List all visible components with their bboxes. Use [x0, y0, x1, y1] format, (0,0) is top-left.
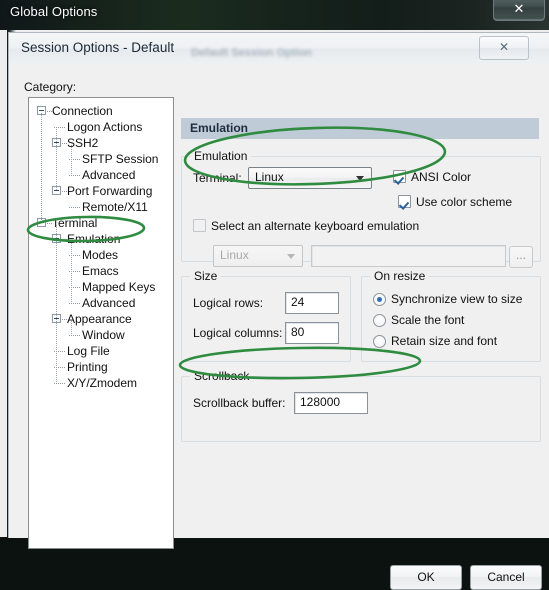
tree-connector	[71, 321, 72, 335]
scrollback-buffer-input[interactable]: 128000	[294, 392, 368, 414]
outer-window-title: Global Options	[10, 4, 98, 19]
radio-synchronize-view-label: Synchronize view to size	[391, 292, 523, 306]
dialog-titlebar: Session Options - Default Default Sessio…	[9, 33, 549, 65]
alt-keyboard-checkbox[interactable]	[193, 219, 206, 232]
dialog-title-ghost: Default Session Option	[191, 47, 313, 59]
tree-connector	[69, 175, 80, 176]
global-options-window: Global Options ✕ Session Options - Defau…	[0, 0, 549, 590]
tree-item-label: Port Forwarding	[67, 184, 153, 198]
tree-item-label: Modes	[82, 248, 119, 262]
radio-scale-font[interactable]	[373, 314, 386, 327]
chevron-down-icon-disabled	[287, 254, 295, 259]
logical-columns-input[interactable]: 80	[285, 322, 339, 344]
tree-item-label: Remote/X11	[82, 200, 148, 214]
tree-connector	[56, 129, 57, 191]
use-color-scheme-checkbox[interactable]	[398, 195, 411, 208]
radio-synchronize-view[interactable]	[373, 293, 386, 306]
tree-item-label: Advanced	[82, 168, 136, 182]
chevron-down-icon	[356, 176, 364, 181]
dialog-content: Category: Connection Logon Actions SSH2 SFT…	[9, 64, 549, 590]
tree-item-label: X/Y/Zmodem	[67, 376, 138, 390]
size-group-title: Size	[190, 269, 222, 283]
tree-connector	[69, 207, 80, 208]
category-label: Category:	[24, 80, 77, 94]
tree-item-label: Appearance	[67, 312, 132, 326]
dialog-title: Session Options - Default	[21, 40, 175, 55]
tree-connector	[71, 145, 72, 175]
outer-window-titlebar: Global Options	[0, 0, 549, 30]
category-tree[interactable]: Connection Logon Actions SSH2 SFTP Session A…	[28, 97, 174, 549]
logical-columns-value: 80	[291, 325, 305, 339]
page-header: Emulation	[181, 118, 539, 139]
tree-item-label: Terminal	[52, 216, 98, 230]
ansi-color-label: ANSI Color	[411, 170, 472, 184]
logical-rows-input[interactable]: 24	[285, 292, 339, 314]
tree-connector	[54, 383, 65, 384]
emulation-group-title: Emulation	[190, 149, 252, 163]
on-resize-group: On resize Synchronize view to size Scale…	[361, 269, 541, 362]
ansi-color-checkbox[interactable]	[393, 170, 406, 183]
tree-item-label: Mapped Keys	[82, 280, 156, 294]
scrollback-buffer-value: 128000	[300, 395, 341, 409]
tree-connector	[71, 241, 72, 303]
terminal-label: Terminal:	[193, 171, 242, 185]
emulation-group: Emulation Terminal: Linux ANSI Color Use…	[181, 149, 541, 267]
cancel-button[interactable]: Cancel	[470, 565, 542, 590]
logical-rows-label: Logical rows:	[193, 296, 264, 310]
session-options-dialog: Session Options - Default Default Sessio…	[8, 32, 549, 590]
tree-connector	[69, 303, 80, 304]
logical-columns-label: Logical columns:	[193, 326, 283, 340]
outer-window-close-button[interactable]: ✕	[493, 0, 545, 21]
page-title: Emulation	[190, 121, 249, 135]
logical-rows-value: 24	[291, 295, 305, 309]
alt-keyboard-combo-value: Linux	[220, 248, 249, 262]
tree-item-label: Emulation	[67, 232, 121, 246]
alt-keyboard-combo[interactable]: Linux	[213, 245, 303, 267]
tree-item-label: Printing	[67, 360, 108, 374]
tree-item-label: Log File	[67, 344, 110, 358]
radio-scale-font-label: Scale the font	[391, 313, 465, 327]
scrollback-group-title: Scrollback	[190, 369, 254, 383]
radio-retain-size-label: Retain size and font	[391, 334, 498, 348]
alt-keyboard-label: Select an alternate keyboard emulation	[211, 219, 420, 233]
scrollback-buffer-label: Scrollback buffer:	[193, 396, 286, 410]
tree-connector	[56, 225, 57, 383]
tree-connector	[41, 113, 42, 223]
tree-connector	[69, 335, 80, 336]
tree-connector	[54, 127, 65, 128]
ok-button[interactable]: OK	[390, 565, 462, 590]
tree-item-label: Advanced	[82, 296, 136, 310]
size-group: Size Logical rows: 24 Logical columns: 8…	[181, 269, 351, 362]
browse-button[interactable]: ...	[509, 246, 533, 268]
tree-item-label: SFTP Session	[82, 152, 159, 166]
use-color-scheme-label: Use color scheme	[416, 195, 513, 209]
alt-keyboard-path-input[interactable]	[311, 245, 506, 267]
radio-retain-size[interactable]	[373, 335, 386, 348]
on-resize-group-title: On resize	[370, 269, 430, 283]
tree-item-label: Connection	[52, 104, 113, 118]
terminal-combo-value: Linux	[255, 170, 284, 184]
tree-item-label: Emacs	[82, 264, 119, 278]
terminal-combo[interactable]: Linux	[248, 167, 372, 189]
tree-item-label: Logon Actions	[67, 120, 143, 134]
scrollback-group: Scrollback Scrollback buffer: 128000	[181, 369, 541, 442]
dialog-close-button[interactable]: ✕	[479, 36, 529, 60]
tree-item-label: Window	[82, 328, 125, 342]
